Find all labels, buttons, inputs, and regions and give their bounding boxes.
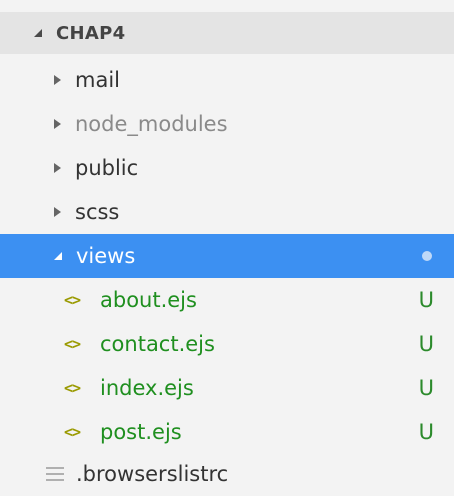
folder-label: public <box>75 156 139 180</box>
chevron-right-icon[interactable] <box>54 207 61 217</box>
code-file-icon: <> <box>64 423 81 441</box>
git-untracked-badge: U <box>418 420 434 444</box>
code-file-icon: <> <box>64 291 81 309</box>
file-label: about.ejs <box>100 288 197 312</box>
folder-row-public[interactable]: public <box>0 146 454 190</box>
file-row-contact[interactable]: <> contact.ejs U <box>0 322 454 366</box>
git-untracked-badge: U <box>418 332 434 356</box>
folder-row-mail[interactable]: mail <box>0 58 454 102</box>
file-label: contact.ejs <box>100 332 215 356</box>
chevron-right-icon[interactable] <box>54 75 61 85</box>
folder-row-node-modules[interactable]: node_modules <box>0 102 454 146</box>
file-row-browserslistrc[interactable]: .browserslistrc <box>0 452 454 496</box>
modified-dot-icon <box>422 251 432 261</box>
file-row-about[interactable]: <> about.ejs U <box>0 278 454 322</box>
folder-label: scss <box>75 200 120 224</box>
chevron-right-icon[interactable] <box>54 119 61 129</box>
chevron-expanded-icon[interactable] <box>54 252 62 260</box>
git-untracked-badge: U <box>418 288 434 312</box>
folder-row-scss[interactable]: scss <box>0 190 454 234</box>
folder-label: node_modules <box>75 112 228 136</box>
folder-label: views <box>76 244 136 268</box>
file-label: post.ejs <box>100 420 182 444</box>
file-row-post[interactable]: <> post.ejs U <box>0 410 454 454</box>
folder-label: mail <box>75 68 120 92</box>
lines-file-icon <box>46 467 64 481</box>
section-header-chap4[interactable]: CHAP4 <box>0 12 454 54</box>
chevron-right-icon[interactable] <box>54 163 61 173</box>
file-explorer: CHAP4 mail node_modules public scss view… <box>0 0 454 496</box>
code-file-icon: <> <box>64 379 81 397</box>
file-label: index.ejs <box>100 376 194 400</box>
file-label: .browserslistrc <box>76 462 229 486</box>
git-untracked-badge: U <box>418 376 434 400</box>
file-row-index[interactable]: <> index.ejs U <box>0 366 454 410</box>
code-file-icon: <> <box>64 335 81 353</box>
section-title: CHAP4 <box>56 22 126 44</box>
folder-row-views[interactable]: views <box>0 234 454 278</box>
chevron-expanded-icon[interactable] <box>34 29 42 37</box>
